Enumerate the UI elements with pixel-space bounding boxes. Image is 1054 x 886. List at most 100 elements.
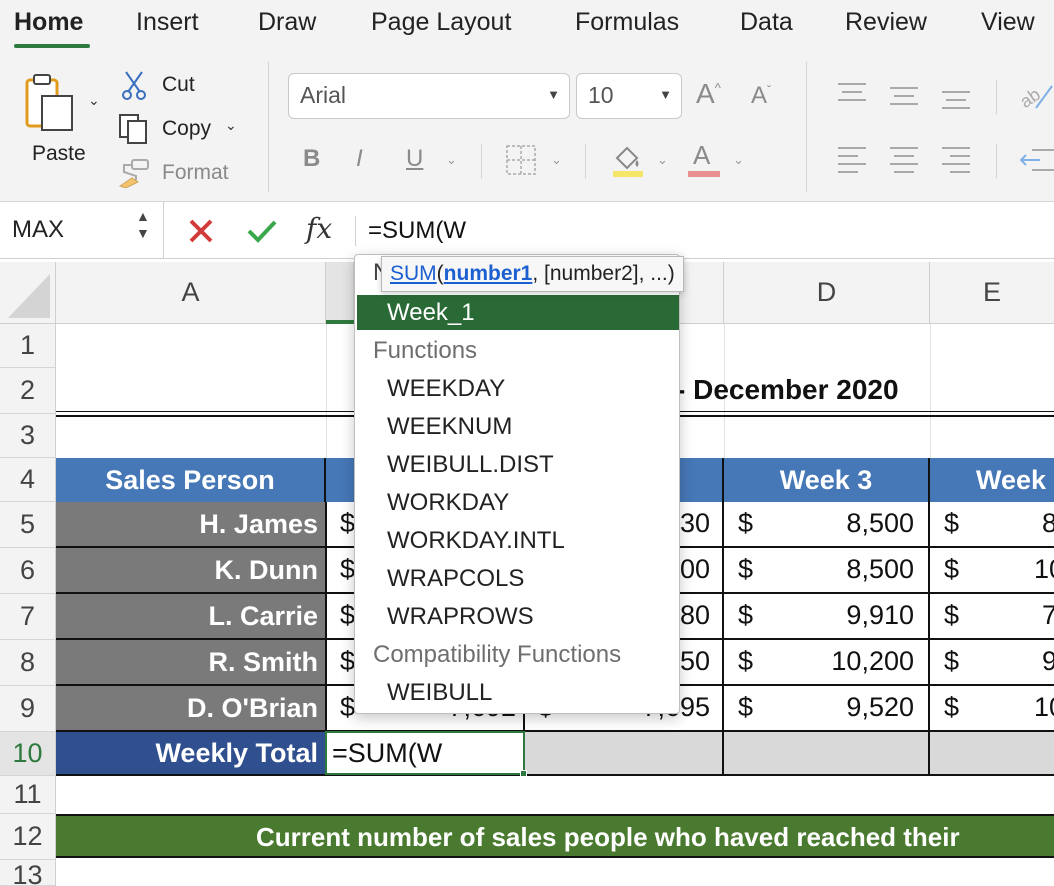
column-header-c[interactable] <box>680 262 724 324</box>
row-header-7[interactable]: 7 <box>0 594 56 640</box>
column-header-b[interactable] <box>326 262 354 324</box>
total-cell-week2[interactable] <box>524 732 722 774</box>
copy-dropdown-icon[interactable]: ⌄ <box>225 117 237 134</box>
copy-button[interactable]: Copy <box>162 117 211 141</box>
orientation-icon[interactable]: ab <box>1018 78 1054 112</box>
autocomplete-item-selected[interactable]: Week_1 <box>357 295 679 330</box>
name-box[interactable]: MAX ▲ ▼ <box>0 202 164 259</box>
autocomplete-item[interactable]: WORKDAY <box>387 489 509 517</box>
week4-value[interactable]: 10 <box>1034 692 1054 723</box>
insert-function-icon[interactable]: fx <box>306 212 332 245</box>
decrease-indent-icon[interactable] <box>1020 144 1054 176</box>
week3-value[interactable]: 9,520 <box>780 692 914 723</box>
row-header-8[interactable]: 8 <box>0 640 56 686</box>
tab-draw[interactable]: Draw <box>258 8 316 37</box>
week4-value[interactable]: 9 <box>1042 646 1054 677</box>
week4-value[interactable]: 7 <box>1042 600 1054 631</box>
font-color-dropdown-icon[interactable]: ⌄ <box>733 152 744 168</box>
total-cell-week4[interactable] <box>930 732 1054 774</box>
paste-icon <box>25 74 73 131</box>
salesperson-name[interactable]: H. James <box>56 502 326 548</box>
select-all-corner[interactable] <box>0 262 56 324</box>
week3-value[interactable]: 8,500 <box>780 508 914 539</box>
week4-value[interactable]: 10 <box>1034 554 1054 585</box>
format-painter-button[interactable]: Format <box>162 161 229 185</box>
underline-dropdown-icon[interactable]: ⌄ <box>446 152 457 168</box>
week3-value[interactable]: 10,200 <box>780 646 914 677</box>
tab-formulas[interactable]: Formulas <box>575 8 679 37</box>
paste-label[interactable]: Paste <box>32 142 86 166</box>
tab-review[interactable]: Review <box>845 8 927 37</box>
column-header-e[interactable]: E <box>930 262 1054 324</box>
cancel-icon[interactable] <box>188 218 214 244</box>
font-name-value: Arial <box>300 82 347 108</box>
increase-font-size-icon[interactable]: A^ <box>696 78 721 110</box>
active-cell-editor[interactable]: =SUM(W <box>325 731 527 777</box>
fill-color-icon[interactable] <box>611 142 645 178</box>
name-box-stepper-icon[interactable]: ▲ ▼ <box>136 208 150 242</box>
salesperson-name[interactable]: K. Dunn <box>56 548 326 594</box>
row-header-13[interactable]: 13 <box>0 860 56 886</box>
borders-dropdown-icon[interactable]: ⌄ <box>551 152 562 168</box>
salesperson-name[interactable]: D. O'Brian <box>56 686 326 732</box>
underline-button[interactable]: U <box>406 145 423 173</box>
tab-home[interactable]: Home <box>14 8 83 37</box>
week3-value[interactable]: 8,500 <box>780 554 914 585</box>
row-header-5[interactable]: 5 <box>0 502 56 548</box>
font-size-select[interactable]: 10 ▼ <box>576 73 682 119</box>
row-header-4[interactable]: 4 <box>0 458 56 502</box>
row-header-12[interactable]: 12 <box>0 814 56 860</box>
total-cell-week3[interactable] <box>724 732 928 774</box>
autocomplete-item[interactable]: WEEKNUM <box>387 413 512 441</box>
function-help-link[interactable]: SUM <box>390 262 437 285</box>
paste-dropdown-icon[interactable]: ⌄ <box>88 92 100 109</box>
tooltip-current-argument[interactable]: number1 <box>444 262 533 285</box>
goal-banner[interactable]: Current number of sales people who haved… <box>56 814 1054 858</box>
autocomplete-item[interactable]: WEEKDAY <box>387 375 505 403</box>
row-header-6[interactable]: 6 <box>0 548 56 594</box>
formula-input[interactable]: =SUM(W <box>368 217 466 245</box>
row-header-9[interactable]: 9 <box>0 686 56 732</box>
horizontal-align-icons[interactable] <box>836 144 986 176</box>
tab-view[interactable]: View <box>981 8 1035 37</box>
header-week-3[interactable]: Week 3 <box>724 458 930 502</box>
row-header-11[interactable]: 11 <box>0 776 56 814</box>
cut-button[interactable]: Cut <box>162 73 195 97</box>
active-cell-text: =SUM(W <box>332 738 443 768</box>
font-name-select[interactable]: Arial ▼ <box>288 73 570 119</box>
formula-autocomplete[interactable]: N Week_1 Functions WEEKDAY WEEKNUM WEIBU… <box>354 254 680 714</box>
row-header-10[interactable]: 10 <box>0 732 56 776</box>
vertical-align-icons[interactable] <box>836 80 986 112</box>
decrease-font-size-icon[interactable]: Aˇ <box>751 82 771 110</box>
column-header-a[interactable]: A <box>56 262 326 324</box>
row-border <box>56 774 1054 776</box>
enter-check-icon[interactable] <box>246 218 278 244</box>
tab-page-layout[interactable]: Page Layout <box>371 8 511 37</box>
column-header-d[interactable]: D <box>724 262 930 324</box>
week3-value[interactable]: 9,910 <box>780 600 914 631</box>
borders-icon[interactable] <box>505 144 537 176</box>
row-header-2[interactable]: 2 <box>0 368 56 414</box>
autocomplete-item[interactable]: WORKDAY.INTL <box>387 527 565 555</box>
salesperson-name[interactable]: R. Smith <box>56 640 326 686</box>
paste-button[interactable]: ⌄ <box>24 72 104 142</box>
row-header-3[interactable]: 3 <box>0 414 56 458</box>
header-sales-person[interactable]: Sales Person <box>56 458 326 502</box>
autocomplete-item[interactable]: WRAPROWS <box>387 603 534 631</box>
fill-color-dropdown-icon[interactable]: ⌄ <box>657 152 668 168</box>
tab-data[interactable]: Data <box>740 8 793 37</box>
row-header-1[interactable]: 1 <box>0 324 56 368</box>
weekly-total-label[interactable]: Weekly Total <box>56 732 326 774</box>
autocomplete-item[interactable]: WEIBULL <box>387 679 492 707</box>
font-color-button[interactable]: A <box>688 140 720 178</box>
bold-button[interactable]: B <box>303 145 320 173</box>
fill-handle[interactable] <box>520 770 527 777</box>
tab-insert[interactable]: Insert <box>136 8 199 37</box>
ribbon-separator <box>585 144 586 178</box>
italic-button[interactable]: I <box>356 145 363 173</box>
salesperson-name[interactable]: L. Carrie <box>56 594 326 640</box>
autocomplete-item[interactable]: WRAPCOLS <box>387 565 524 593</box>
header-week-4[interactable]: Week <box>930 458 1054 502</box>
autocomplete-item[interactable]: WEIBULL.DIST <box>387 451 554 479</box>
week4-value[interactable]: 8 <box>1042 508 1054 539</box>
